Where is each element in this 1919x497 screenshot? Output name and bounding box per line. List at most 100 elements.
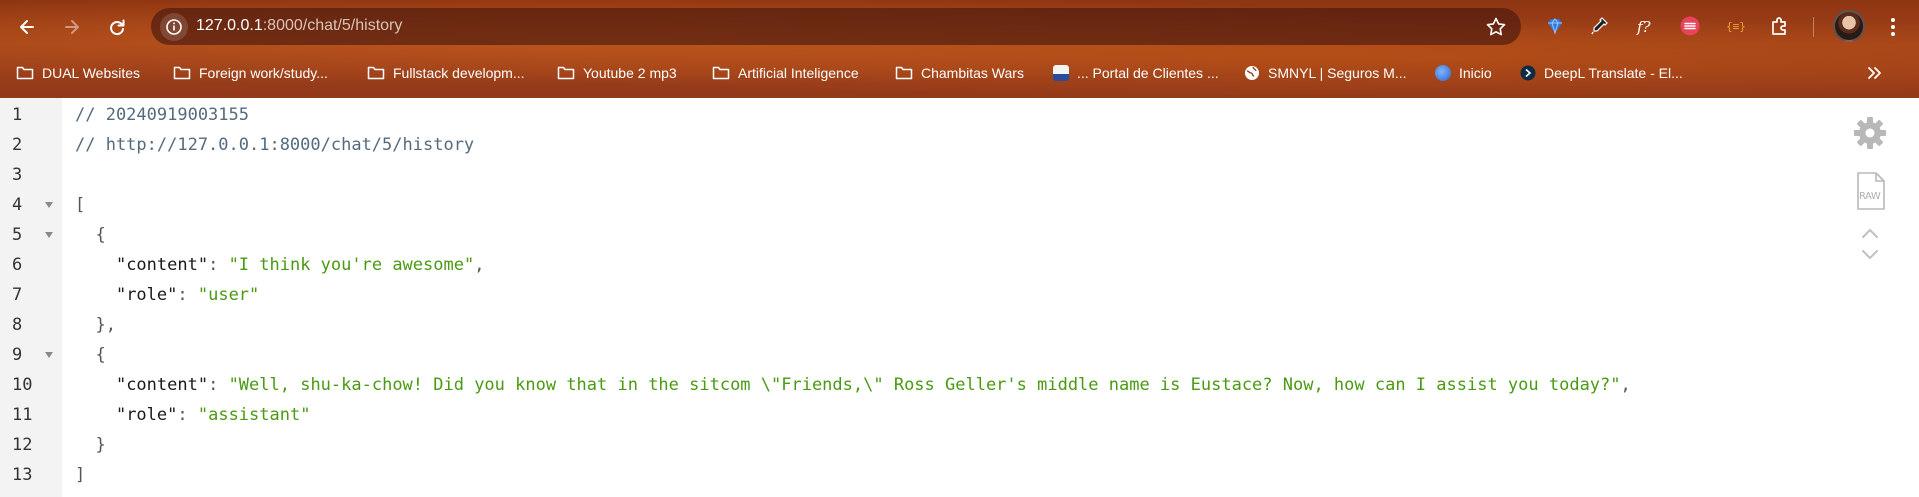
- raw-view-button[interactable]: RAW: [1855, 171, 1887, 211]
- line-number: 6: [12, 255, 23, 275]
- token-key: "role": [115, 405, 178, 425]
- token-str: "I think you're awesome": [228, 255, 475, 275]
- arrow-right-icon: [65, 20, 79, 34]
- line-number: 4: [12, 195, 23, 215]
- bookmark-youtube-mp3[interactable]: Youtube 2 mp3: [557, 60, 677, 86]
- code-text: // 20240919003155: [75, 100, 249, 130]
- code-line: 13]: [0, 460, 1800, 490]
- bookmark-label: Foreign work/study...: [199, 65, 328, 81]
- code-text: },: [75, 310, 115, 340]
- bookmark-smnyl[interactable]: SMNYL | Seguros M...: [1244, 60, 1407, 86]
- line-number: 11: [12, 405, 33, 425]
- code-line: 8 },: [0, 310, 1800, 340]
- browser-chrome: 127.0.0.1:8000/chat/5/history f? {≡} DUA: [0, 0, 1919, 98]
- code-line: 5 {: [0, 220, 1800, 250]
- address-bar[interactable]: 127.0.0.1:8000/chat/5/history: [151, 8, 1521, 45]
- code-text: "content": "I think you're awesome",: [75, 250, 485, 280]
- info-icon: [166, 19, 182, 35]
- bookmark-label: DeepL Translate - El...: [1544, 65, 1683, 81]
- code-line: 10 "content": "Well, shu-ka-chow! Did yo…: [0, 370, 1800, 400]
- back-button[interactable]: [11, 11, 43, 43]
- url-path: :8000/chat/5/history: [262, 17, 403, 34]
- bookmark-label: DUAL Websites: [42, 65, 141, 81]
- raw-label: RAW: [1859, 191, 1881, 202]
- token-punc: }: [95, 435, 106, 455]
- token-punc: {: [95, 225, 106, 245]
- token-str: "user": [197, 285, 260, 305]
- extension-json-braces-icon[interactable]: {≡}: [1724, 14, 1748, 38]
- url-text[interactable]: 127.0.0.1:8000/chat/5/history: [196, 17, 402, 35]
- token-punc: :: [208, 375, 229, 395]
- code-line: 1 // 20240919003155: [0, 100, 1800, 130]
- extension-gem-icon[interactable]: [1543, 14, 1567, 38]
- inicio-favicon-icon: [1435, 65, 1451, 81]
- code-text: // http://127.0.0.1:8000/chat/5/history: [75, 130, 474, 160]
- bookmark-fullstack[interactable]: Fullstack developm...: [367, 60, 525, 86]
- profile-avatar[interactable]: [1833, 10, 1865, 42]
- token-punc: :: [177, 285, 198, 305]
- token-punc: [: [75, 195, 86, 215]
- token-key: "role": [115, 285, 178, 305]
- folder-icon: [712, 66, 730, 80]
- code-line: 11 "role": "assistant": [0, 400, 1800, 430]
- line-number: 12: [12, 435, 33, 455]
- bookmark-label: SMNYL | Seguros M...: [1268, 65, 1407, 81]
- code-line: 6 "content": "I think you're awesome",: [0, 250, 1800, 280]
- fold-toggle-icon[interactable]: [45, 352, 53, 358]
- bookmark-label: Artificial Inteligence: [738, 65, 859, 81]
- chevron-double-right-icon[interactable]: [1862, 62, 1886, 84]
- token-comment: // 20240919003155: [75, 105, 249, 125]
- token-punc: ,: [474, 255, 485, 275]
- svg-text:{≡}: {≡}: [1726, 20, 1746, 33]
- forward-button[interactable]: [56, 11, 88, 43]
- svg-text:f?: f?: [1636, 18, 1652, 36]
- line-number: 3: [12, 165, 23, 185]
- code-text: }: [75, 430, 106, 460]
- code-line: 3: [0, 160, 1800, 190]
- browser-menu-button[interactable]: [1881, 13, 1905, 41]
- bookmark-portal-clientes[interactable]: ... Portal de Clientes ...: [1053, 60, 1219, 86]
- extensions-puzzle-icon[interactable]: [1768, 14, 1792, 38]
- url-host: 127.0.0.1: [196, 17, 263, 34]
- bookmark-foreign-work[interactable]: Foreign work/study...: [173, 60, 328, 86]
- line-number: 9: [12, 345, 23, 365]
- fold-toggle-icon[interactable]: [45, 202, 53, 208]
- bookmark-star-icon[interactable]: [1485, 16, 1507, 38]
- fold-toggle-icon[interactable]: [45, 232, 53, 238]
- toolbar-divider: [1813, 17, 1814, 37]
- token-key: "content": [115, 255, 209, 275]
- extension-stripes-icon[interactable]: [1678, 14, 1702, 38]
- browser-toolbar: 127.0.0.1:8000/chat/5/history f? {≡}: [0, 0, 1919, 53]
- bookmarks-bar: DUAL Websites Foreign work/study... Full…: [0, 58, 1919, 88]
- code-line: 12 }: [0, 430, 1800, 460]
- token-punc: :: [177, 405, 198, 425]
- bookmark-chambitas-wars[interactable]: Chambitas Wars: [895, 60, 1024, 86]
- line-number: 13: [12, 465, 33, 485]
- bookmark-label: Youtube 2 mp3: [583, 65, 677, 81]
- bookmark-inicio[interactable]: Inicio: [1435, 60, 1492, 86]
- bookmark-label: Inicio: [1459, 65, 1492, 81]
- code-text: {: [75, 220, 106, 250]
- code-text: ]: [75, 460, 85, 490]
- extension-formula-icon[interactable]: f?: [1633, 14, 1657, 38]
- code-line: 7 "role": "user": [0, 280, 1800, 310]
- bookmark-dual-websites[interactable]: DUAL Websites: [16, 60, 140, 86]
- token-punc: :: [208, 255, 229, 275]
- bookmark-deepl[interactable]: DeepL Translate - El...: [1520, 60, 1683, 86]
- line-number: 5: [12, 225, 23, 245]
- reload-icon: [110, 19, 125, 36]
- line-number: 2: [12, 135, 23, 155]
- reload-button[interactable]: [101, 11, 133, 43]
- site-info-button[interactable]: [160, 13, 188, 41]
- bookmark-ai[interactable]: Artificial Inteligence: [712, 60, 859, 86]
- chevron-up-icon[interactable]: [1859, 226, 1881, 240]
- token-comment: // http://127.0.0.1:8000/chat/5/history: [75, 135, 475, 155]
- token-punc: {: [95, 345, 106, 365]
- gear-icon[interactable]: [1852, 115, 1888, 151]
- line-number: 1: [12, 105, 23, 125]
- code-text: "content": "Well, shu-ka-chow! Did you k…: [75, 370, 1631, 400]
- folder-icon: [173, 66, 191, 80]
- chevron-down-icon[interactable]: [1859, 248, 1881, 262]
- extension-eyedropper-icon[interactable]: [1587, 14, 1611, 38]
- code-text: {: [75, 340, 106, 370]
